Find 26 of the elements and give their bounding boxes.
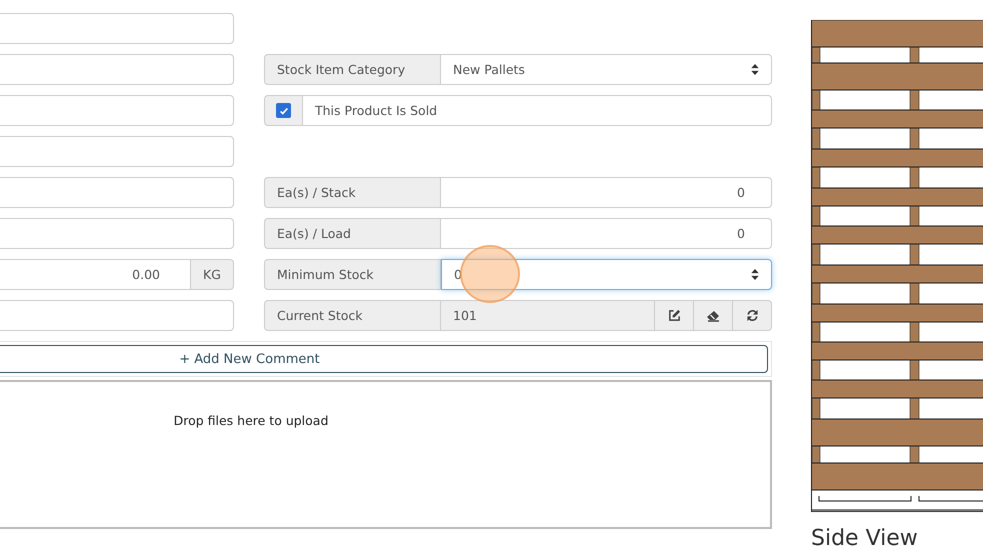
edit-button[interactable]	[655, 300, 694, 331]
checkbox[interactable]	[276, 103, 291, 118]
check-icon	[278, 106, 288, 116]
stock-value: 101	[441, 300, 655, 331]
weight-field[interactable]: 0.00	[0, 259, 191, 290]
add-comment-button[interactable]: + Add New Comment	[0, 345, 768, 373]
refresh-icon	[746, 309, 758, 322]
number-field[interactable]: 0	[441, 177, 772, 208]
dropzone-text: Drop files here to upload	[174, 413, 328, 428]
field-label: Stock Item Category	[264, 54, 441, 85]
checkbox-label: This Product Is Sold	[303, 95, 772, 126]
field-label: Ea(s) / Stack	[264, 177, 441, 208]
field-label: Ea(s) / Load	[264, 218, 441, 249]
spinner-arrows-icon	[751, 269, 759, 280]
field-label: Current Stock	[264, 300, 441, 331]
dropzone[interactable]: Drop files here to upload	[0, 380, 772, 529]
field-label: Minimum Stock	[264, 259, 441, 290]
side-view-heading: Side View	[811, 526, 919, 549]
refresh-button[interactable]	[733, 300, 772, 331]
unit-label: KG	[191, 259, 234, 290]
category-select[interactable]: New Pallets	[441, 54, 772, 85]
clear-button[interactable]	[694, 300, 733, 331]
number-field[interactable]: 0	[441, 218, 772, 249]
dropdown-arrows-icon	[751, 64, 759, 75]
edit-icon	[668, 309, 680, 322]
eraser-icon	[706, 310, 720, 322]
